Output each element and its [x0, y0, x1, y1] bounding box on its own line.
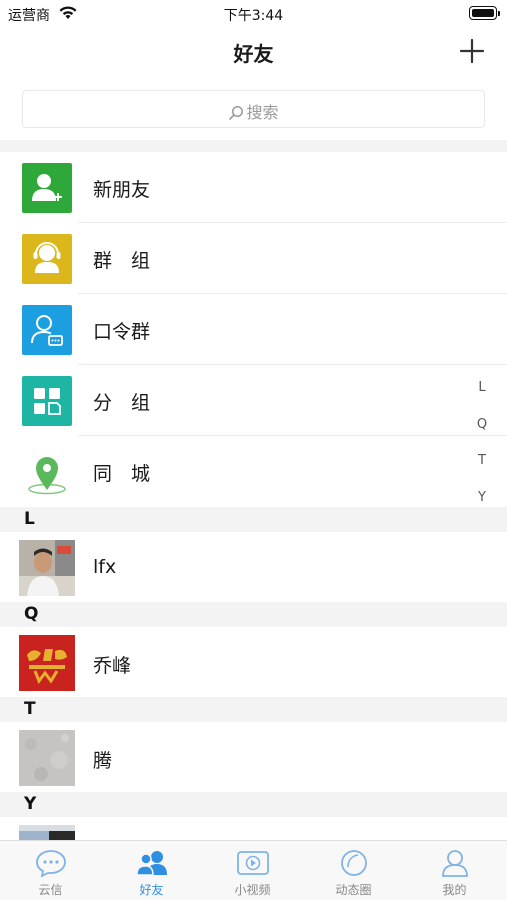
search-icon	[229, 105, 244, 120]
tab-mine[interactable]: 我的	[404, 841, 505, 900]
tab-label: 小视频	[234, 883, 271, 897]
contact-name: lfx	[93, 556, 117, 578]
battery-icon	[469, 6, 500, 20]
tab-short-video[interactable]: 小视频	[202, 841, 303, 900]
contact-row-qiaofeng[interactable]: 乔峰	[0, 627, 507, 697]
friends-icon	[135, 851, 167, 876]
menu-label: 同 城	[93, 463, 151, 485]
add-button[interactable]	[457, 36, 487, 66]
chat-bubble-icon	[35, 850, 66, 878]
tab-friends[interactable]: 好友	[101, 841, 202, 900]
menu-item-nearby[interactable]: 同 城	[0, 436, 507, 507]
section-header-l: L	[0, 507, 507, 532]
menu-item-new-friends[interactable]: 新朋友	[0, 152, 507, 223]
video-icon	[236, 851, 269, 875]
alphabet-index: L Q T Y	[474, 380, 490, 526]
tab-bar: 云信 好友 小视频 动态圈 我的	[0, 840, 507, 900]
section-header-q: Q	[0, 602, 507, 627]
section-header-t: T	[0, 697, 507, 722]
search-placeholder: 搜索	[246, 103, 279, 122]
index-letter-y[interactable]: Y	[474, 490, 490, 527]
page-title: 好友	[233, 42, 274, 66]
contact-name: 乔峰	[93, 655, 132, 677]
index-letter-l[interactable]: L	[474, 380, 490, 417]
section-gap	[0, 140, 507, 152]
location-pin-icon	[22, 447, 72, 497]
category-icon	[22, 376, 72, 426]
status-time: 下午3:44	[223, 8, 284, 24]
add-friend-icon	[22, 163, 72, 213]
index-letter-q[interactable]: Q	[474, 417, 490, 454]
menu-label: 群 组	[93, 250, 151, 272]
contact-row-teng[interactable]: 腾	[0, 722, 507, 792]
profile-icon	[441, 850, 468, 877]
avatar	[19, 730, 75, 786]
menu-label: 口令群	[93, 321, 151, 343]
password-group-icon	[22, 305, 72, 355]
contact-row-lfx[interactable]: lfx	[0, 532, 507, 602]
menu-item-groups[interactable]: 群 组	[0, 223, 507, 294]
plus-icon	[459, 38, 485, 64]
avatar	[19, 635, 75, 691]
group-icon	[22, 234, 72, 284]
tab-label: 动态圈	[335, 883, 372, 897]
tab-moments[interactable]: 动态圈	[303, 841, 404, 900]
contact-name: 腾	[93, 750, 113, 772]
tab-yunxin[interactable]: 云信	[0, 841, 101, 900]
search-input[interactable]: 搜索	[22, 90, 485, 128]
tab-label: 好友	[139, 883, 164, 897]
moments-icon	[340, 850, 367, 876]
section-header-y: Y	[0, 792, 507, 817]
menu-label: 新朋友	[93, 179, 151, 201]
tab-label: 我的	[442, 883, 467, 897]
index-letter-t[interactable]: T	[474, 453, 490, 490]
avatar	[19, 540, 75, 596]
menu-item-categories[interactable]: 分 组	[0, 365, 507, 436]
status-bar: 运营商 下午3:44	[0, 0, 507, 30]
menu-label: 分 组	[93, 392, 151, 414]
tab-label: 云信	[38, 883, 63, 897]
nav-bar: 好友	[0, 30, 507, 76]
menu-item-password-group[interactable]: 口令群	[0, 294, 507, 365]
